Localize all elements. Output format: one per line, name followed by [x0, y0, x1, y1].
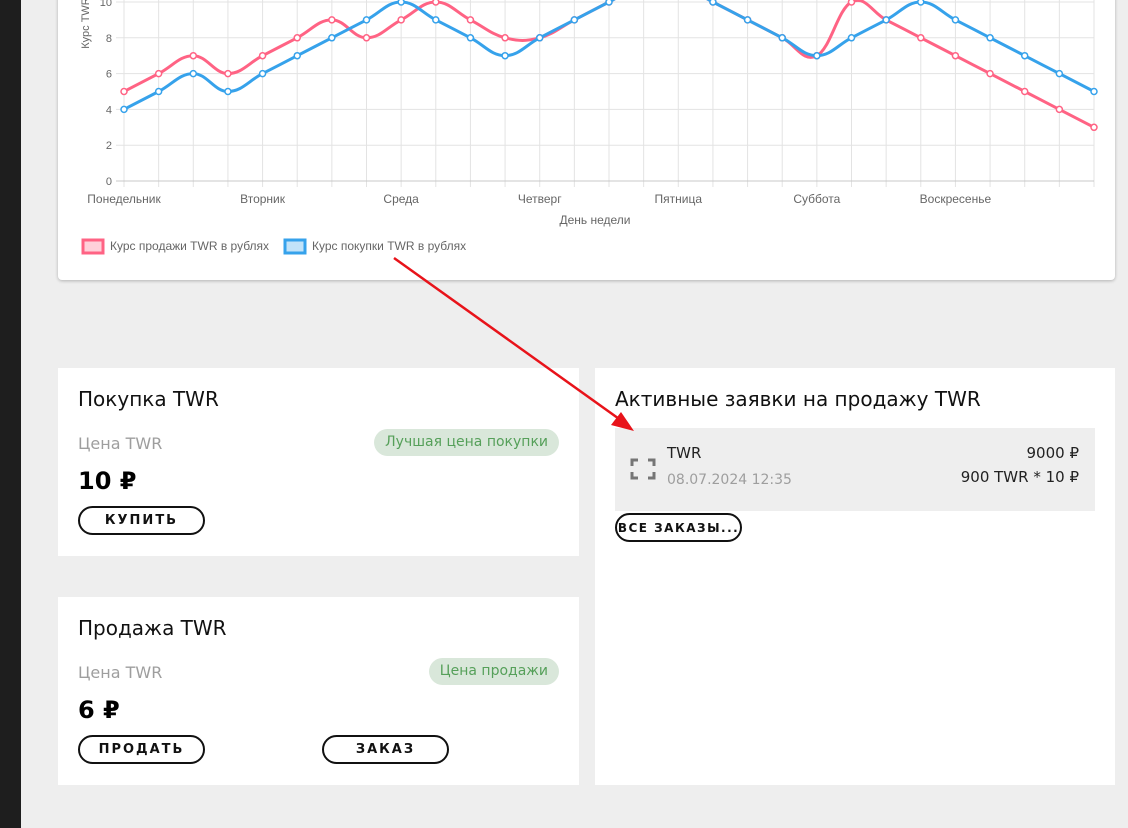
active-orders-title: Активные заявки на продажу TWR — [615, 387, 981, 411]
data-point — [466, 34, 475, 42]
sell-card: Продажа TWR Цена TWR Цена продажи 6 ₽ ПР… — [58, 597, 579, 785]
data-point — [1055, 105, 1064, 114]
x-tick-label: Воскресенье — [920, 192, 992, 206]
x-tick-label: Понедельник — [87, 192, 161, 206]
data-point — [709, 0, 717, 6]
buy-price-value: 10 ₽ — [78, 467, 137, 495]
buy-button[interactable]: КУПИТЬ — [78, 506, 205, 535]
chart-grid — [116, 0, 1095, 187]
data-point — [328, 34, 336, 42]
data-point — [605, 0, 613, 6]
data-point — [397, 16, 405, 24]
data-point — [466, 16, 475, 24]
order-list-item[interactable]: TWR 08.07.2024 12:35 9000 ₽ 900 TWR * 10… — [615, 428, 1095, 511]
data-point — [917, 34, 925, 42]
chart-legend: Курс продажи TWR в рублях Курс покупки TW… — [81, 238, 466, 255]
legend-label-0: Курс продажи TWR в рублях — [110, 239, 269, 253]
data-point — [743, 16, 752, 24]
data-point — [189, 69, 198, 78]
order-date: 08.07.2024 12:35 — [667, 472, 792, 488]
all-orders-button[interactable]: ВСЕ ЗАКАЗЫ... — [615, 513, 742, 542]
data-point — [501, 34, 509, 42]
data-point — [224, 87, 232, 96]
data-point — [258, 51, 267, 60]
data-point — [535, 34, 544, 42]
data-point — [120, 87, 128, 96]
legend-swatch-1 — [283, 238, 307, 255]
data-point — [847, 0, 856, 6]
data-point — [813, 51, 821, 60]
x-tick-label: Четверг — [518, 192, 562, 206]
x-tick-label: Среда — [383, 192, 419, 206]
x-tick-label: Суббота — [793, 192, 840, 206]
data-point — [1020, 51, 1029, 60]
data-point — [328, 16, 336, 24]
rate-chart-card: 0 2 4 6 8 10 Понедельник Вторник Среда Четверг Пя… — [58, 0, 1115, 280]
buy-price-label: Цена TWR — [78, 434, 163, 453]
sell-button[interactable]: ПРОДАТЬ — [78, 735, 205, 764]
data-point — [1090, 123, 1098, 132]
y-tick-label: 2 — [106, 140, 112, 152]
order-button[interactable]: ЗАКАЗ — [322, 735, 449, 764]
data-point — [362, 16, 371, 24]
sell-price-value: 6 ₽ — [78, 696, 120, 724]
buy-card: Покупка TWR Цена TWR Лучшая цена покупки… — [58, 368, 579, 556]
y-tick-label: 10 — [100, 0, 112, 9]
data-point — [986, 69, 994, 78]
data-point — [397, 0, 405, 6]
data-point — [224, 69, 232, 78]
data-point — [986, 34, 994, 42]
y-tick-label: 6 — [106, 69, 112, 81]
y-tick-label: 4 — [106, 104, 112, 116]
data-point — [882, 16, 890, 24]
x-tick-label: Пятница — [655, 192, 703, 206]
x-axis-ticks: Понедельник Вторник Среда Четверг Пятница Суб… — [87, 192, 991, 206]
sell-price-chip: Цена продажи — [428, 658, 559, 685]
data-point — [778, 34, 786, 42]
x-tick-label: Вторник — [240, 192, 286, 206]
data-point — [189, 51, 198, 60]
order-name: TWR — [667, 444, 702, 462]
data-point — [432, 16, 440, 24]
data-point — [951, 16, 960, 24]
y-axis-label: Курс TWR — [80, 0, 92, 49]
sell-price-label: Цена TWR — [78, 663, 163, 682]
order-detail: 900 TWR * 10 ₽ — [960, 468, 1079, 486]
y-tick-label: 0 — [106, 176, 112, 188]
sell-card-title: Продажа TWR — [78, 616, 227, 640]
active-orders-card: Активные заявки на продажу TWR TWR 08.07… — [595, 368, 1115, 785]
data-point — [362, 34, 371, 42]
y-tick-label: 8 — [106, 33, 112, 45]
data-point — [847, 34, 856, 42]
data-point — [1020, 87, 1029, 96]
data-point — [258, 69, 267, 78]
data-point — [293, 34, 301, 42]
data-point — [1090, 87, 1098, 96]
data-point — [293, 51, 301, 60]
buy-card-title: Покупка TWR — [78, 387, 219, 411]
x-axis-label: День недели — [559, 213, 630, 227]
data-point — [432, 0, 440, 6]
data-point — [154, 69, 163, 78]
data-point — [951, 51, 960, 60]
data-point — [501, 51, 509, 60]
scan-icon — [630, 458, 656, 480]
legend-label-1: Курс покупки TWR в рублях — [312, 239, 466, 253]
data-point — [120, 105, 128, 114]
rate-chart: 0 2 4 6 8 10 Понедельник Вторник Среда Четверг Пя… — [80, 0, 1098, 255]
left-sidebar-strip — [0, 0, 21, 828]
best-buy-price-chip: Лучшая цена покупки — [374, 429, 559, 456]
data-point — [154, 87, 163, 96]
y-axis-ticks: 0 2 4 6 8 10 — [100, 0, 112, 188]
data-point — [1055, 69, 1064, 78]
data-point — [917, 0, 925, 6]
order-total: 9000 ₽ — [1026, 444, 1080, 462]
legend-swatch-0 — [81, 238, 105, 255]
data-point — [570, 16, 579, 24]
